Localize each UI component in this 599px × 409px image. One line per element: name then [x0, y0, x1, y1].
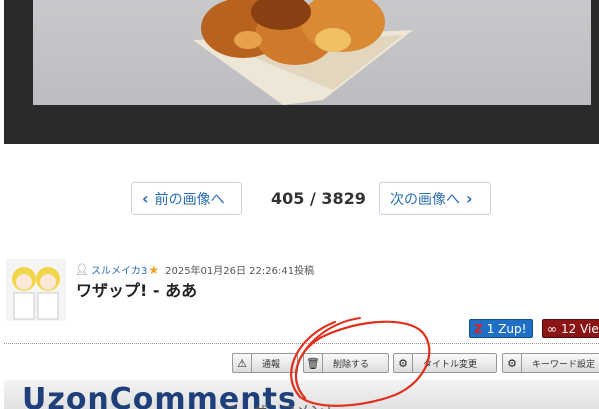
trash-icon: 🗑︎ — [304, 354, 323, 372]
post-title: ワザップ! - ああ — [76, 281, 198, 300]
takoyaki-photo — [193, 0, 413, 105]
avatar-illustration — [6, 259, 66, 321]
warning-icon: ⚠ — [233, 354, 252, 372]
post-meta: 👤︎ スルメイカ3 ★ 2025年01月26日 22:26:41投稿 — [75, 262, 315, 278]
divider — [4, 343, 599, 344]
star-icon: ★ — [148, 262, 160, 277]
keyword-settings-button[interactable]: ⚙ キーワード設定 — [502, 353, 599, 373]
post-timestamp: 2025年01月26日 22:26:41投稿 — [165, 266, 315, 277]
user-icon: 👤︎ — [75, 263, 89, 276]
gear-icon: ⚙ — [394, 354, 413, 372]
prev-image-label: 前の画像へ — [154, 191, 225, 208]
views-badge: ∞ 12 View — [542, 319, 599, 338]
delete-label: 削除する — [333, 359, 370, 370]
next-image-label: 次の画像へ — [390, 191, 460, 208]
keyword-settings-label: キーワード設定 — [532, 359, 596, 370]
prev-image-button[interactable]: ‹ 前の画像へ — [131, 182, 242, 215]
avatar[interactable] — [6, 259, 66, 321]
username-link[interactable]: スルメイカ3 — [91, 262, 147, 277]
rename-title-label: タイトル変更 — [423, 359, 478, 370]
image-viewer — [4, 0, 599, 144]
image-counter: 405 / 3829 — [271, 189, 366, 208]
rename-title-button[interactable]: ⚙ タイトル変更 — [393, 353, 497, 373]
views-label: 12 View — [561, 321, 599, 336]
comments-subtitle: ユーザーコメント — [226, 401, 338, 409]
delete-button[interactable]: 🗑︎ 削除する — [303, 353, 389, 373]
report-label: 通報 — [262, 359, 281, 370]
glasses-icon: ∞ — [547, 321, 557, 336]
zup-label: 1 Zup! — [486, 321, 527, 336]
comments-banner: UzonComments ユーザーコメント — [4, 380, 599, 409]
zup-icon: Z — [474, 321, 483, 336]
chevron-left-icon: ‹ — [142, 189, 149, 208]
post-image[interactable] — [33, 0, 591, 105]
zup-button[interactable]: Z 1 Zup! — [469, 319, 534, 338]
next-image-button[interactable]: 次の画像へ › — [379, 182, 491, 215]
chevron-right-icon: › — [466, 189, 473, 208]
gear-icon: ⚙ — [503, 354, 522, 372]
image-pager: ‹ 前の画像へ 405 / 3829 次の画像へ › — [0, 182, 599, 216]
report-button[interactable]: ⚠ 通報 — [232, 353, 298, 373]
